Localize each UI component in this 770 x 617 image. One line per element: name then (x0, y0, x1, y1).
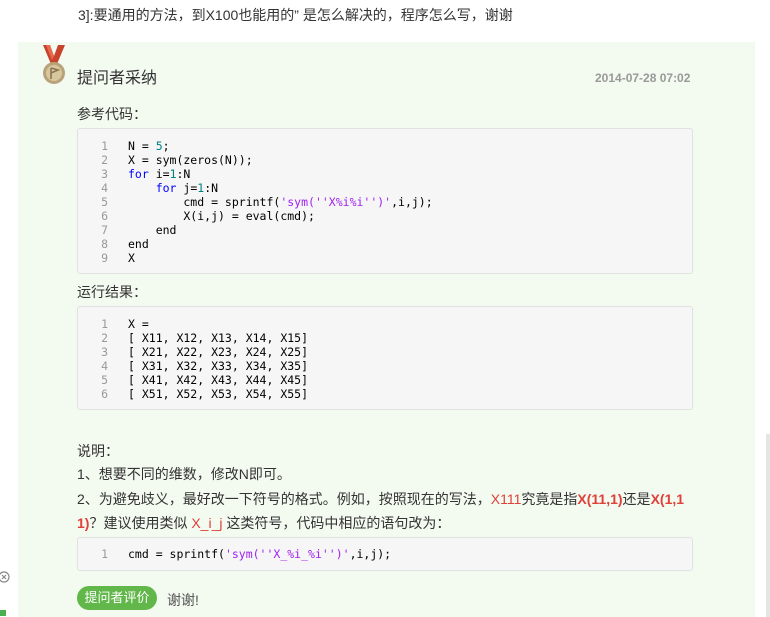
medal-icon (43, 45, 65, 84)
scrollbar-thumb[interactable] (766, 434, 770, 617)
reference-code-label: 参考代码： (77, 106, 147, 122)
code-block-result: 1X = 2[ X11, X12, X13, X14, X15] 3[ X21,… (77, 306, 693, 410)
close-icon[interactable] (0, 570, 14, 617)
code-block-reference: 1N = 5; 2X = sym(zeros(N)); 3 for i=1:N 4… (77, 128, 693, 274)
answer-timestamp: 2014-07-28 07:02 (595, 71, 691, 85)
right-scroll-strip (755, 42, 770, 617)
explanation-point-1: 1、想要不同的维数，修改N即可。 (77, 466, 291, 482)
asker-rating-button[interactable]: 提问者评价 (77, 586, 157, 610)
question-tail-text: 3]:要通用的方法，到X100也能用的” 是怎么解决的，程序怎么写，谢谢 (78, 7, 513, 23)
explanation-point-2-cont: 1)？建议使用类似 X_i_j 这类符号，代码中相应的语句改为： (77, 515, 451, 531)
asker-comment: 谢谢! (167, 592, 199, 608)
explanation-title: 说明： (77, 443, 119, 459)
code-block-suggestion: 1 cmd = sprintf('sym(''X_%i_%i'')',i,j); (77, 537, 693, 571)
left-margin (0, 42, 18, 617)
result-label: 运行结果： (77, 284, 147, 300)
accepted-answer-title: 提问者采纳 (77, 70, 158, 87)
explanation-point-2: 2、为避免歧义，最好改一下符号的格式。例如，按照现在的写法，X111究竟是指X(… (77, 491, 685, 507)
question-tail-bar: 3]:要通用的方法，到X100也能用的” 是怎么解决的，程序怎么写，谢谢 (0, 0, 770, 42)
